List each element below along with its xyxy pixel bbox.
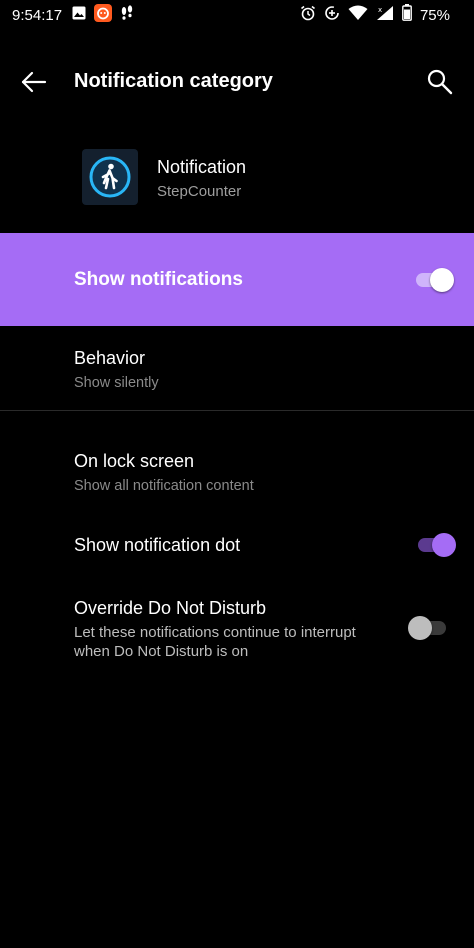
svg-text:x: x	[378, 6, 382, 14]
alarm-icon	[300, 5, 316, 26]
override-dnd-description: Let these notifications continue to inte…	[74, 624, 356, 660]
search-icon	[427, 69, 453, 95]
data-saver-icon	[324, 5, 340, 26]
behavior-title: Behavior	[74, 348, 146, 368]
battery-icon	[402, 4, 412, 26]
signal-icon: x	[376, 5, 394, 26]
search-button[interactable]	[420, 62, 460, 102]
page-title: Notification category	[74, 70, 273, 92]
lock-screen-row[interactable]: On lock screen Show all notification con…	[0, 442, 474, 504]
toggle-thumb	[432, 533, 456, 557]
behavior-value: Show silently	[74, 375, 159, 391]
footprints-icon	[120, 4, 134, 26]
notification-dot-row[interactable]: Show notification dot	[0, 520, 474, 570]
behavior-row[interactable]: Behavior Show silently	[0, 340, 474, 402]
override-dnd-title: Override Do Not Disturb	[74, 598, 267, 618]
app-name: Notification	[157, 157, 247, 177]
arrow-left-icon	[21, 71, 47, 93]
show-notifications-toggle[interactable]	[414, 268, 454, 292]
battery-percentage: 75%	[419, 6, 450, 24]
status-time: 9:54:17	[12, 6, 63, 24]
walking-person-icon	[89, 156, 131, 198]
override-dnd-toggle[interactable]	[408, 616, 448, 640]
image-icon	[72, 6, 86, 25]
show-notifications-label: Show notifications	[74, 269, 243, 290]
app-header: Notification StepCounter	[0, 140, 474, 216]
toggle-thumb	[408, 616, 432, 640]
app-icon	[82, 149, 138, 205]
divider	[0, 410, 474, 411]
lock-screen-title: On lock screen	[74, 451, 195, 471]
override-dnd-row[interactable]: Override Do Not Disturb Let these notifi…	[0, 590, 474, 670]
notification-dot-title: Show notification dot	[74, 535, 241, 555]
show-notifications-row[interactable]: Show notifications	[0, 233, 474, 326]
app-subtitle: StepCounter	[157, 183, 242, 200]
notification-dot-toggle[interactable]	[416, 533, 456, 557]
notification-app-icon	[94, 3, 113, 27]
wifi-icon	[348, 5, 368, 26]
lock-screen-value: Show all notification content	[74, 478, 254, 494]
status-right: x 75%	[300, 0, 450, 30]
status-left: 9:54:17	[12, 0, 134, 30]
back-button[interactable]	[14, 62, 54, 102]
status-bar: 9:54:17 x 75%	[0, 0, 474, 30]
app-bar: Notification category	[0, 50, 474, 114]
toggle-thumb	[430, 268, 454, 292]
